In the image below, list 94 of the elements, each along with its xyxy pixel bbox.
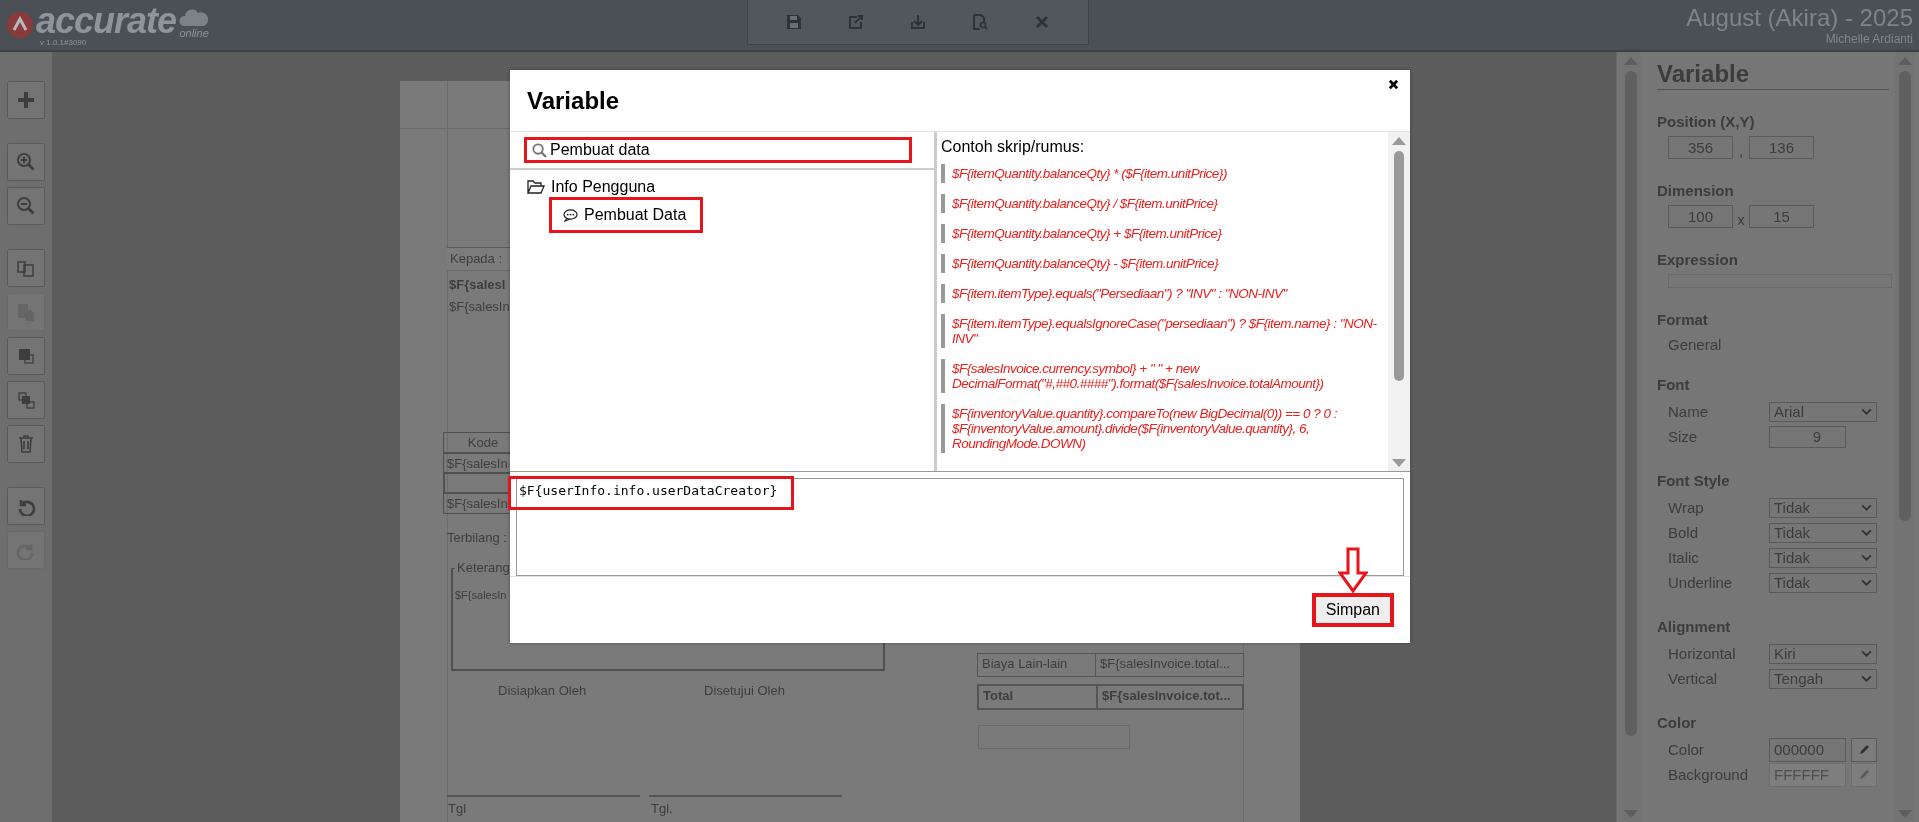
recipient-field: $F{salesI — [449, 277, 506, 292]
bring-front-button[interactable] — [7, 337, 45, 375]
delete-icon — [16, 434, 36, 454]
property-label: Color — [1668, 741, 1705, 758]
chevron-icon — [1861, 529, 1872, 536]
save-icon[interactable] — [786, 14, 802, 30]
separator-text: , — [1737, 142, 1745, 159]
value-field[interactable]: 15 — [1749, 205, 1814, 228]
date-label: Tgl. — [651, 801, 673, 816]
zoom-in-button[interactable] — [7, 143, 45, 181]
dialog-title: Variable — [527, 86, 620, 115]
tree-item[interactable]: Pembuat Data — [549, 197, 704, 233]
color-picker-button[interactable] — [1851, 762, 1877, 787]
dropdown[interactable]: Kiri — [1769, 643, 1877, 664]
dropdown[interactable]: Tidak — [1769, 547, 1877, 568]
dropdown[interactable]: Tengah — [1769, 668, 1877, 689]
section-heading: Position (X,Y) — [1657, 113, 1756, 130]
expression-text: $F{userInfo.info.userDataCreator} — [508, 476, 795, 510]
folder-icon — [527, 180, 545, 194]
search-icon — [532, 142, 547, 158]
preview-icon[interactable] — [972, 14, 988, 30]
section-heading: Format — [1657, 311, 1709, 328]
total-field: $F{salesInvoice.total... — [1096, 654, 1243, 676]
property-label: Bold — [1668, 524, 1700, 541]
copy-button[interactable] — [7, 249, 45, 287]
search-field[interactable]: Pembuat data — [524, 137, 912, 163]
section-heading: Color — [1657, 714, 1698, 731]
section-heading: Alignment — [1657, 618, 1732, 635]
dropdown[interactable]: Arial — [1769, 401, 1877, 422]
total-label: Biaya Lain-lain — [978, 654, 1096, 676]
total-label: Total — [979, 686, 1098, 708]
bring-front-icon — [16, 346, 36, 366]
signature-label: Disetujui Oleh — [704, 683, 785, 698]
add-icon — [16, 90, 36, 110]
property-label: Underline — [1668, 574, 1734, 591]
property-label: Italic — [1668, 549, 1700, 566]
zoom-out-icon — [16, 196, 36, 216]
amount-in-words-label: Terbilang : — [447, 530, 507, 545]
examples-heading: Contoh skrip/rumus: — [941, 138, 1086, 156]
format-value: General — [1667, 336, 1723, 353]
total-field: $F{salesInvoice.tot... — [1098, 686, 1242, 708]
send-back-button[interactable] — [7, 381, 45, 419]
chevron-icon — [1861, 408, 1872, 415]
scrollbar[interactable] — [1388, 132, 1410, 471]
zoom-in-icon — [16, 152, 36, 172]
export-icon[interactable] — [848, 14, 864, 30]
date-label: Tgl — [448, 801, 467, 816]
send-back-icon — [16, 390, 36, 410]
copy-icon — [16, 258, 36, 278]
chevron-icon — [1861, 579, 1872, 586]
chevron-icon — [1861, 675, 1872, 682]
property-label: Horizontal — [1668, 645, 1737, 662]
delete-button[interactable] — [7, 425, 45, 463]
color-field[interactable]: 000000 — [1769, 737, 1846, 762]
chevron-icon — [1861, 504, 1872, 511]
number-field[interactable]: 9 — [1769, 425, 1846, 448]
section-heading: Font Style — [1657, 472, 1731, 489]
add-button[interactable] — [7, 81, 45, 119]
value-field[interactable]: 100 — [1668, 205, 1733, 228]
cloud-icon — [178, 7, 211, 27]
property-label: Vertical — [1668, 670, 1719, 687]
speech-bubble-icon — [563, 208, 578, 222]
close-icon[interactable] — [1388, 79, 1399, 90]
property-label: Background — [1668, 766, 1750, 783]
property-label: Size — [1668, 428, 1699, 445]
separator-text: x — [1736, 211, 1746, 228]
save-button[interactable]: Simpan — [1311, 593, 1394, 627]
property-label: Wrap — [1668, 499, 1705, 516]
recipient-field: $F{salesIn — [449, 299, 510, 314]
logo-icon — [6, 11, 34, 39]
dropdown[interactable]: Tidak — [1769, 572, 1877, 593]
notes-field: $F{salesIn — [455, 589, 507, 601]
section-heading: Font — [1657, 376, 1691, 393]
notes-legend: Keterang — [455, 560, 512, 575]
pencil-icon — [1858, 768, 1870, 781]
logo-subtitle: online — [179, 27, 209, 39]
value-field[interactable]: 356 — [1668, 136, 1733, 159]
dropdown[interactable]: Tidak — [1769, 522, 1877, 543]
pencil-icon — [1858, 743, 1870, 756]
logo-text: accurate — [36, 3, 177, 38]
section-heading: Expression — [1657, 251, 1739, 268]
value-field[interactable]: 136 — [1749, 136, 1814, 159]
color-picker-button[interactable] — [1851, 737, 1877, 762]
section-heading: Dimension — [1657, 182, 1735, 199]
zoom-out-button[interactable] — [7, 187, 45, 225]
undo-button[interactable] — [7, 487, 45, 525]
panel-title: Variable — [1657, 60, 1889, 90]
download-icon[interactable] — [910, 14, 926, 30]
signature-label: Disiapkan Oleh — [498, 683, 587, 698]
chevron-icon — [1861, 650, 1872, 657]
tree-folder[interactable]: Info Pengguna — [527, 177, 934, 197]
dropdown[interactable]: Tidak — [1769, 497, 1877, 518]
property-label: Name — [1668, 403, 1709, 420]
chevron-icon — [1861, 554, 1872, 561]
